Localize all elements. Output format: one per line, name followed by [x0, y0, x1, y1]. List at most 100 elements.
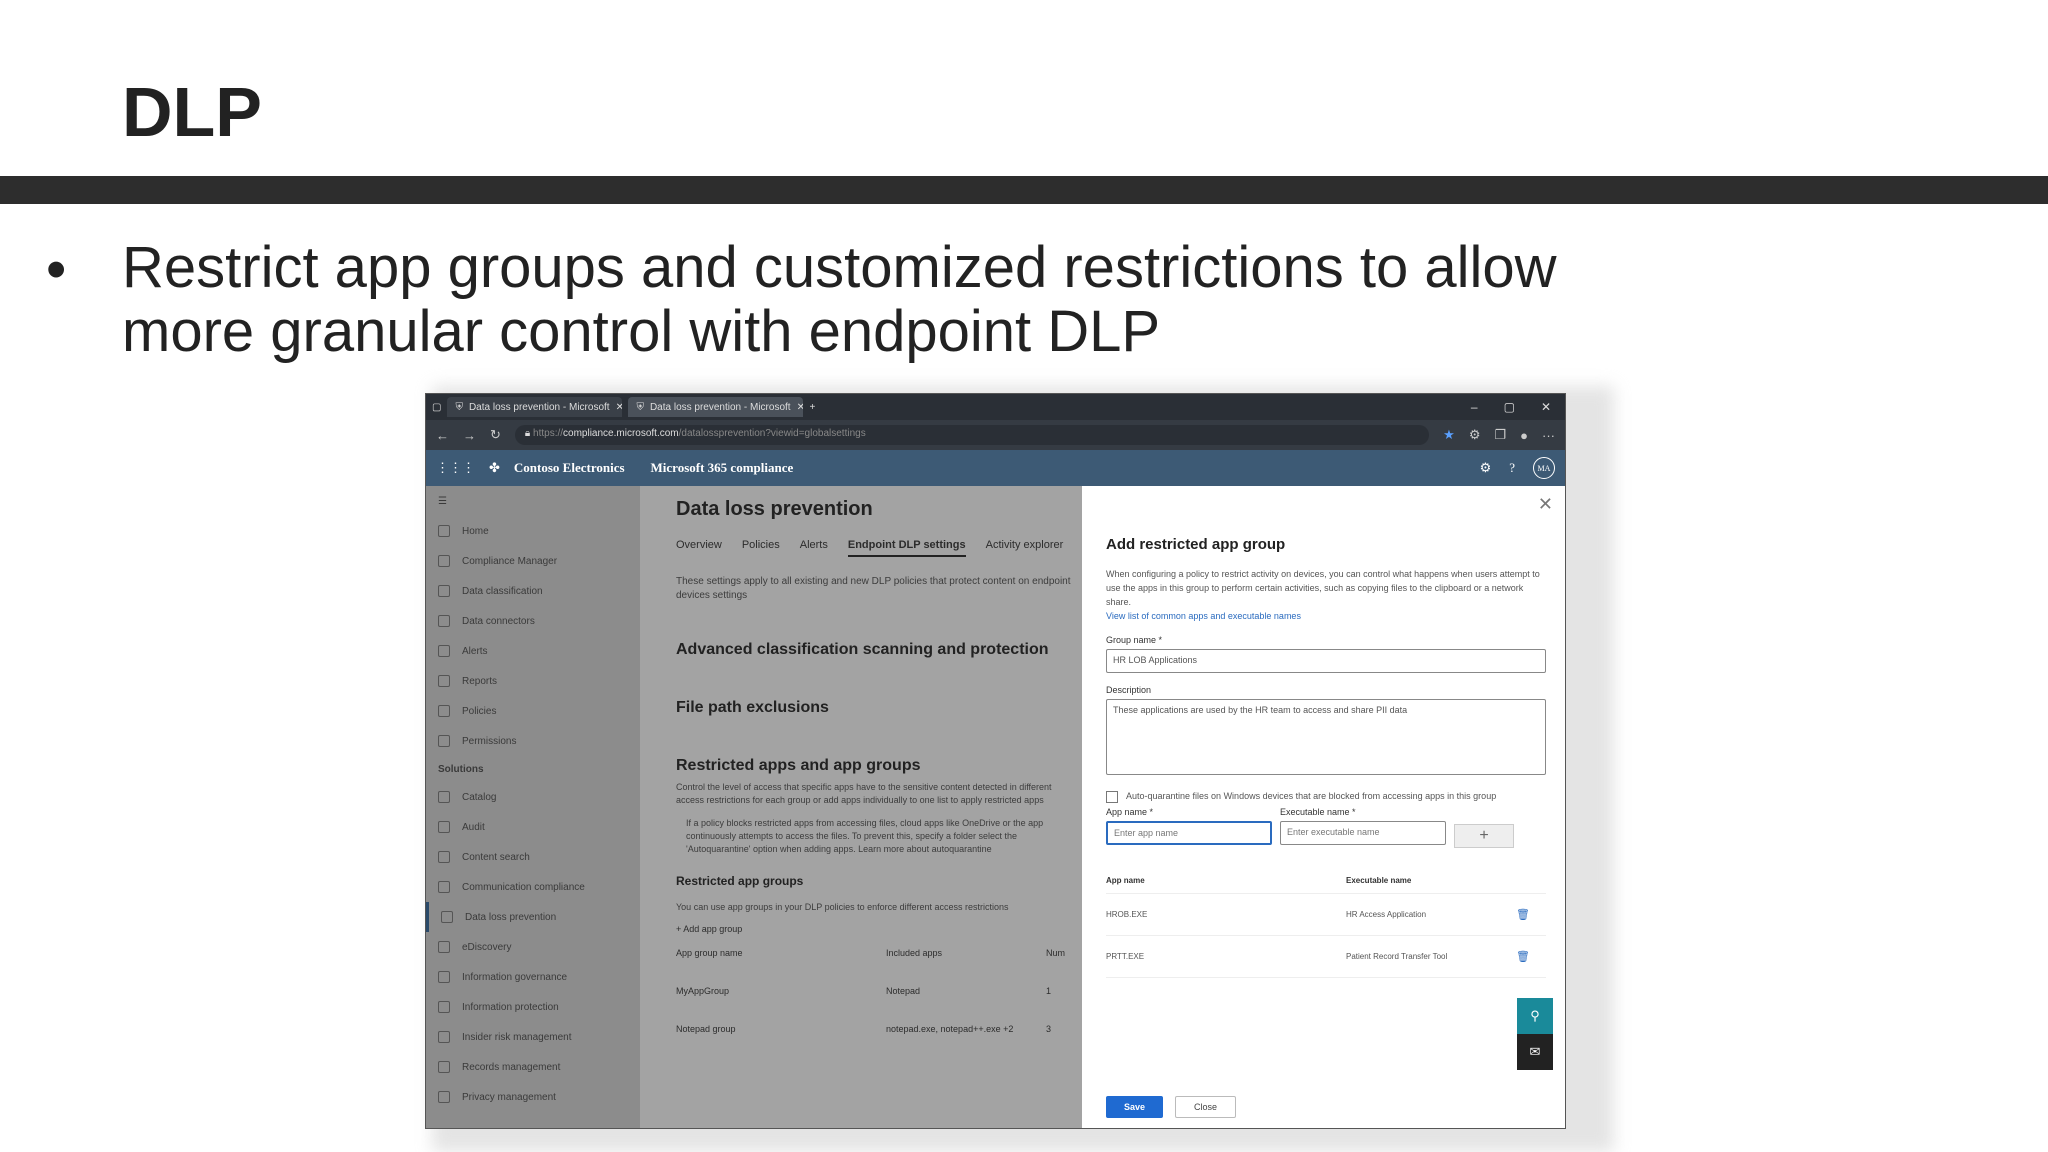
nav-icon [438, 525, 450, 537]
nav-item[interactable]: Content search [426, 842, 640, 872]
help-icon[interactable]: ? [1509, 460, 1515, 476]
table-row: PRTT.EXE Patient Record Transfer Tool 🗑︎ [1106, 936, 1546, 978]
table-header-row: App name Executable name [1106, 868, 1546, 894]
column-header[interactable]: App group name [676, 948, 886, 958]
nav-item[interactable]: eDiscovery [426, 932, 640, 962]
app-launcher-icon[interactable]: ⋮⋮⋮ [436, 460, 475, 476]
collections-icon[interactable]: ❐ [1494, 427, 1506, 443]
close-icon[interactable]: ✕ [797, 402, 804, 413]
common-apps-link[interactable]: View list of common apps and executable … [1106, 611, 1301, 621]
nav-icon [438, 705, 450, 717]
nav-item[interactable]: Communication compliance [426, 872, 640, 902]
browser-tab[interactable]: ⛨ Data loss prevention - Microsoft ✕ [447, 397, 623, 417]
product-name[interactable]: Microsoft 365 compliance [651, 460, 794, 476]
nav-item-label: Information governance [462, 971, 568, 983]
nav-item[interactable]: Catalog [426, 782, 640, 812]
nav-icon [438, 1061, 450, 1073]
close-button[interactable]: Close [1175, 1096, 1237, 1118]
executable-name-column: Executable name * Enter executable name [1280, 807, 1446, 845]
description-field[interactable]: These applications are used by the HR te… [1106, 699, 1546, 775]
nav-item[interactable]: Information governance [426, 962, 640, 992]
tab-alerts[interactable]: Alerts [800, 539, 828, 557]
org-name[interactable]: Contoso Electronics [514, 460, 625, 476]
delete-icon[interactable]: 🗑︎ [1516, 908, 1546, 921]
settings-intro: These settings apply to all existing and… [676, 576, 1071, 601]
guidance-icon[interactable]: ⚲ [1517, 998, 1553, 1034]
tab-activity-explorer[interactable]: Activity explorer [986, 539, 1064, 557]
new-tab-icon[interactable]: + [809, 402, 815, 413]
save-button[interactable]: Save [1106, 1096, 1164, 1118]
close-panel-icon[interactable]: ✕ [1538, 494, 1553, 515]
nav-item[interactable]: Data classification [426, 576, 640, 606]
panel-description: When configuring a policy to restrict ac… [1106, 567, 1546, 623]
executable-name-field[interactable]: Enter executable name [1280, 821, 1446, 845]
nav-icon [438, 615, 450, 627]
executable-name-cell: Patient Record Transfer Tool [1346, 952, 1448, 961]
close-window-icon[interactable]: ✕ [1541, 400, 1551, 414]
maximize-icon[interactable]: ▢ [1504, 400, 1515, 414]
nav-item[interactable]: Policies [426, 696, 640, 726]
add-app-group-button[interactable]: + Add app group [676, 924, 1082, 934]
header-actions: ⚙ ? MA [1480, 457, 1555, 479]
table-cell[interactable]: MyAppGroup [676, 986, 886, 996]
table-cell: notepad.exe, notepad++.exe +2 [886, 1024, 1014, 1034]
nav-item[interactable]: Insider risk management [426, 1022, 640, 1052]
app-name-label: App name * [1106, 807, 1154, 817]
column-header[interactable]: Included apps [886, 948, 1046, 958]
back-icon[interactable]: ← [436, 428, 449, 443]
delete-icon[interactable]: 🗑︎ [1516, 950, 1546, 963]
avatar[interactable]: MA [1533, 457, 1555, 479]
auto-quarantine-option[interactable]: Auto-quarantine files on Windows devices… [1106, 789, 1536, 803]
nav-item[interactable]: Audit [426, 812, 640, 842]
browser-tab-active[interactable]: ⛨ Data loss prevention - Microsoft ✕ [628, 397, 804, 417]
nav-item[interactable]: Permissions [426, 726, 640, 756]
restricted-apps-desc: Control the level of access that specifi… [676, 782, 1052, 805]
settings-icon[interactable]: ⚙ [1480, 460, 1492, 476]
url-field[interactable]: 🔒︎ https://compliance.microsoft.com/data… [514, 425, 1430, 445]
column-header[interactable]: Num [1046, 948, 1076, 958]
add-app-group-label: Add app group [683, 924, 743, 934]
feedback-icon[interactable]: ✉ [1517, 1034, 1553, 1070]
tab-policies[interactable]: Policies [742, 539, 780, 557]
add-app-group-panel: ✕ Add restricted app group When configur… [1082, 486, 1565, 1128]
section-file-path-exclusions[interactable]: File path exclusions [676, 699, 1082, 717]
nav-item[interactable]: Data connectors [426, 606, 640, 636]
window-icon[interactable]: ▢ [432, 402, 441, 413]
refresh-icon[interactable]: ↻ [490, 427, 501, 443]
section-advanced-classification[interactable]: Advanced classification scanning and pro… [676, 641, 1082, 659]
favorite-icon[interactable]: ★ [1443, 427, 1455, 443]
hamburger-icon[interactable]: ☰ [426, 486, 640, 516]
nav-icon [441, 911, 453, 923]
group-name-field[interactable]: HR LOB Applications [1106, 649, 1546, 673]
nav-item[interactable]: Home [426, 516, 640, 546]
extensions-icon[interactable]: ⚙ [1469, 427, 1481, 443]
nav-item[interactable]: Data loss prevention [426, 902, 640, 932]
table-cell[interactable]: Notepad group [676, 1024, 886, 1034]
nav-item[interactable]: Information protection [426, 992, 640, 1022]
minimize-icon[interactable]: – [1471, 400, 1478, 414]
table-row: HROB.EXE HR Access Application 🗑︎ [1106, 894, 1546, 936]
nav-item-label: Alerts [462, 645, 488, 657]
forward-icon[interactable]: → [463, 428, 476, 443]
section-restricted-apps[interactable]: Restricted apps and app groups [676, 757, 1082, 775]
section-restricted-app-groups: Restricted app groups [676, 874, 804, 888]
app-name-field[interactable]: Enter app name [1106, 821, 1272, 845]
tab-overview[interactable]: Overview [676, 539, 722, 557]
floating-actions: ⚲ ✉ [1517, 998, 1553, 1070]
nav-item[interactable]: Compliance Manager [426, 546, 640, 576]
screenshot: ▢ ⛨ Data loss prevention - Microsoft ✕ ⛨ Da… [425, 393, 1566, 1129]
nav-item[interactable]: Alerts [426, 636, 640, 666]
tab-endpoint-dlp-settings[interactable]: Endpoint DLP settings [847, 539, 966, 557]
auto-quarantine-checkbox[interactable] [1106, 791, 1118, 803]
nav-icon [438, 881, 450, 893]
nav-icon [438, 971, 450, 983]
nav-item[interactable]: Records management [426, 1052, 640, 1082]
nav-item[interactable]: Reports [426, 666, 640, 696]
close-icon[interactable]: ✕ [616, 402, 623, 413]
nav-item[interactable]: Privacy management [426, 1082, 640, 1112]
app-name-cell: PRTT.EXE [1106, 952, 1145, 961]
more-icon[interactable]: ··· [1542, 428, 1555, 443]
nav-item-label: Records management [462, 1061, 561, 1073]
profile-icon[interactable]: ● [1520, 428, 1528, 443]
add-app-button[interactable]: + [1454, 824, 1514, 848]
